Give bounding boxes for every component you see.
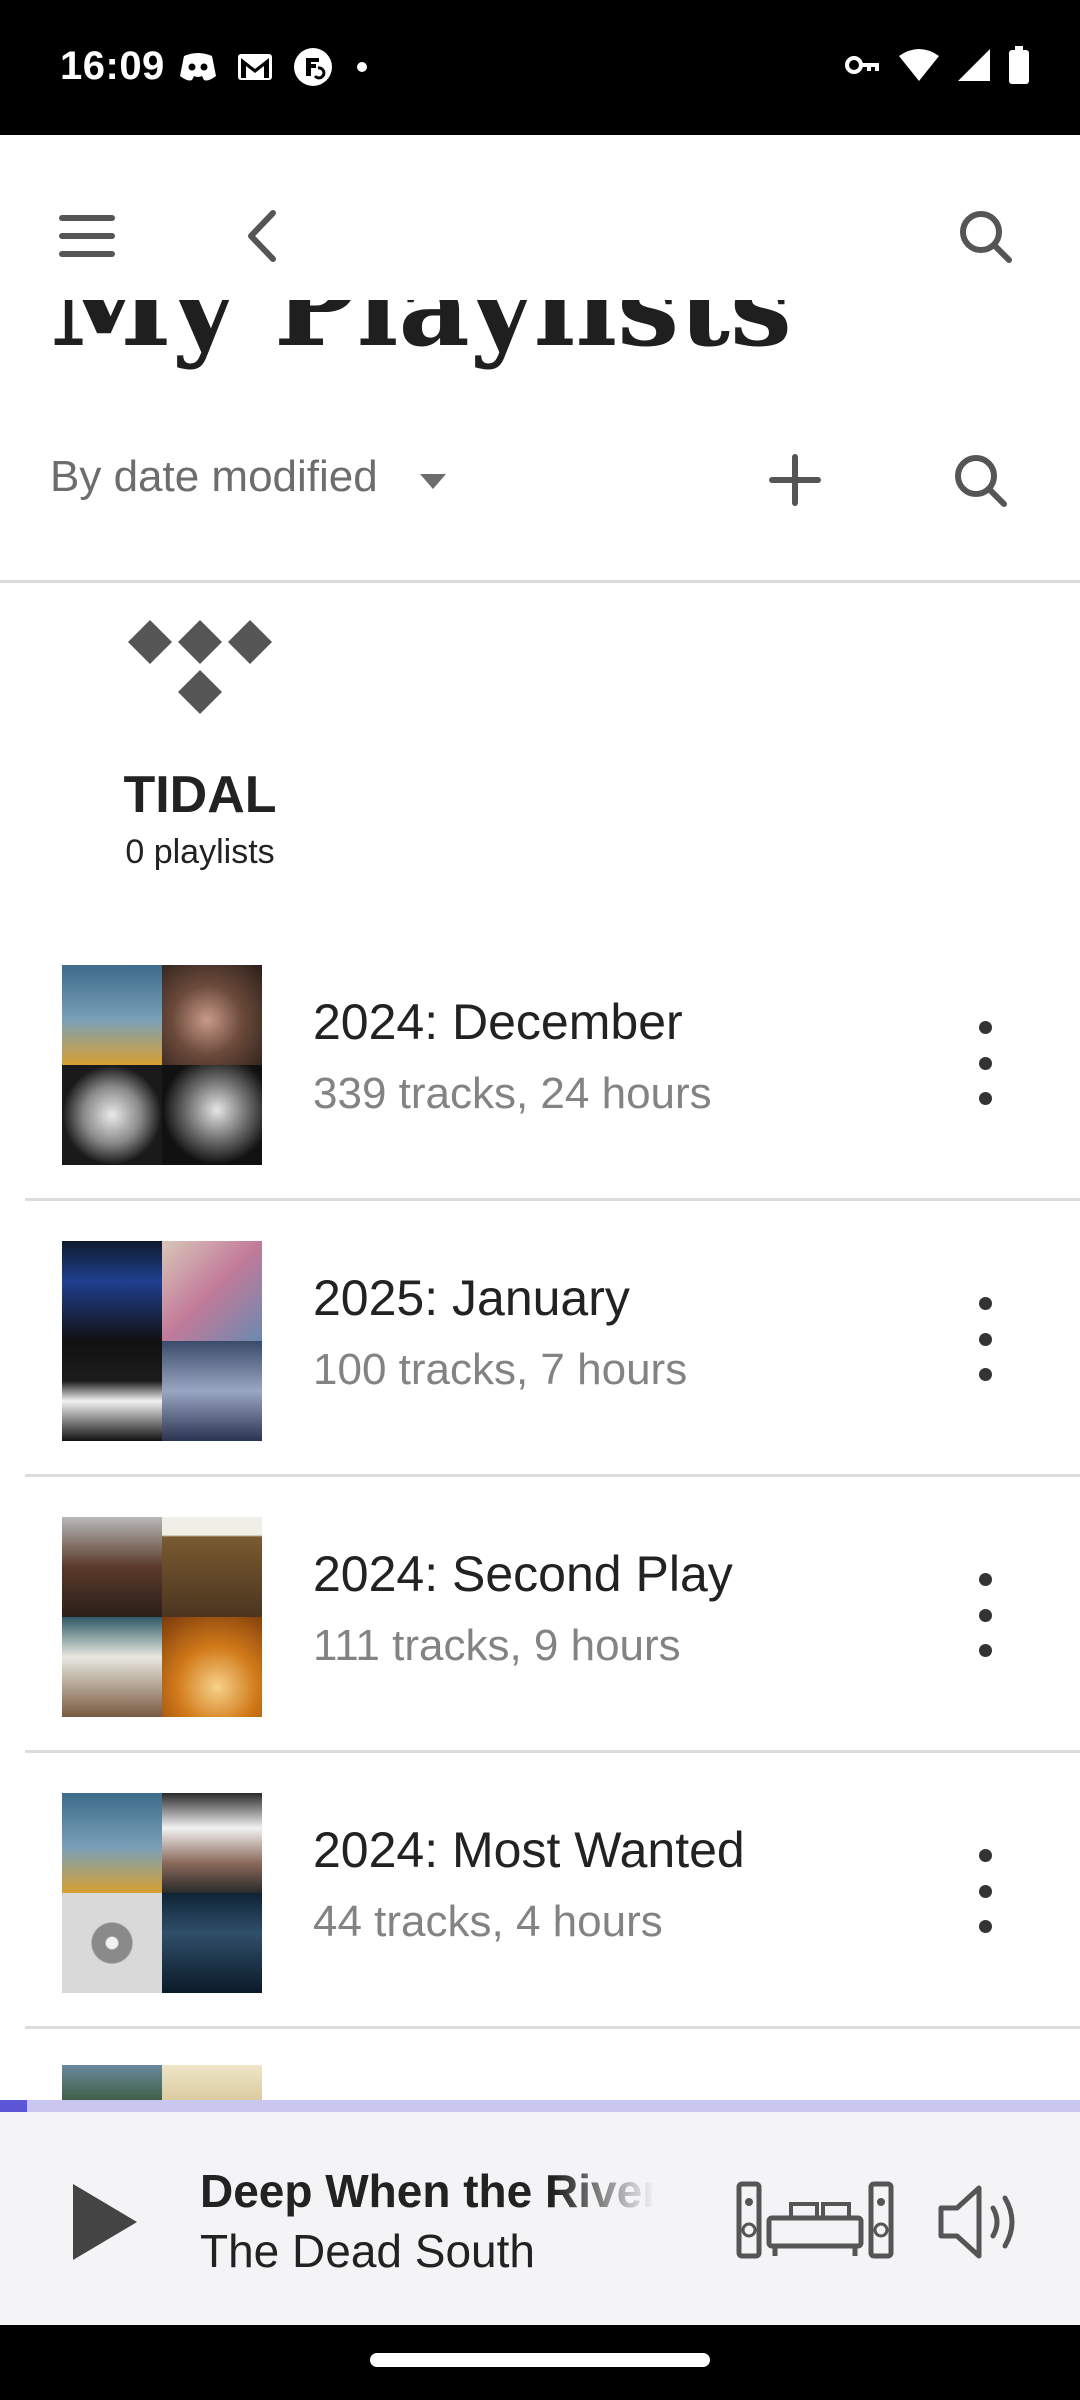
playback-progress-fill — [0, 2100, 27, 2112]
dot-icon — [357, 62, 367, 72]
menu-button[interactable] — [42, 191, 132, 281]
more-vert-icon — [978, 1021, 992, 1034]
album-cover — [62, 2065, 162, 2105]
album-cover — [162, 1065, 262, 1165]
album-cover — [62, 1617, 162, 1717]
search-icon — [955, 455, 1007, 507]
album-cover — [62, 1793, 162, 1893]
album-cover — [162, 1617, 262, 1717]
playlist-meta: 339 tracks, 24 hours — [313, 1069, 712, 1118]
tidal-name: TIDAL — [123, 766, 277, 824]
playlist-artwork-partial[interactable] — [62, 2065, 262, 2105]
tidal-playlist-count: 0 playlists — [125, 833, 275, 871]
gmail-icon — [238, 54, 272, 80]
battery-icon — [1009, 46, 1029, 84]
now-playing-artist: The Dead South — [200, 2225, 536, 2277]
status-icons-left — [178, 46, 372, 88]
speakers-device-icon — [736, 2181, 894, 2259]
playlist-meta: 111 tracks, 9 hours — [313, 1621, 681, 1670]
album-cover — [162, 1517, 262, 1617]
system-nav-bar — [0, 2325, 1080, 2400]
home-handle[interactable] — [370, 2353, 710, 2367]
page-title-container: My Playlists — [0, 300, 1080, 375]
playlist-artwork — [62, 1517, 262, 1717]
mini-player[interactable]: Deep When the River The Dead South — [0, 2112, 1080, 2325]
now-playing-title: Deep When the River — [200, 2165, 655, 2217]
status-time: 16:09 — [60, 44, 165, 88]
album-cover — [162, 1893, 262, 1993]
caret-down-icon — [420, 474, 446, 489]
album-cover — [162, 2065, 262, 2105]
more-options-button[interactable] — [945, 1013, 1025, 1113]
more-vert-icon — [978, 1297, 992, 1310]
more-options-button[interactable] — [945, 1289, 1025, 1389]
more-vert-icon — [978, 1849, 992, 1862]
album-cover — [62, 965, 162, 1065]
playback-progress-bar[interactable] — [0, 2100, 1080, 2112]
back-button[interactable] — [218, 191, 308, 281]
playlist-name: 2024: Most Wanted — [313, 1822, 745, 1878]
playlist-meta: 100 tracks, 7 hours — [313, 1345, 688, 1394]
sort-row: By date modified — [0, 430, 1080, 530]
vpn-key-icon — [845, 56, 879, 74]
sync-icon — [294, 48, 332, 86]
menu-icon — [59, 215, 115, 257]
album-cover — [62, 1065, 162, 1165]
album-cover — [62, 1517, 162, 1617]
volume-icon — [938, 2185, 1015, 2259]
play-icon — [73, 2184, 137, 2260]
volume-button[interactable] — [935, 2182, 1035, 2262]
more-vert-icon — [978, 1573, 992, 1586]
status-icons-right — [844, 46, 1030, 84]
playlist-name: 2024: Second Play — [313, 1546, 733, 1602]
album-cover — [162, 965, 262, 1065]
album-cover — [62, 1893, 162, 1993]
playlist-row[interactable]: 2024: Second Play 111 tracks, 9 hours — [0, 1477, 1080, 1753]
album-cover — [162, 1341, 262, 1441]
playlist-artwork — [62, 1793, 262, 1993]
page-title: My Playlists — [50, 300, 792, 371]
sort-label: By date modified — [50, 452, 378, 501]
output-device-button[interactable] — [735, 2180, 895, 2260]
wifi-icon — [899, 49, 939, 81]
playlist-row[interactable]: 2025: January 100 tracks, 7 hours — [0, 1201, 1080, 1477]
plus-icon — [769, 454, 821, 506]
tidal-logo-icon — [128, 620, 272, 714]
playlist-artwork — [62, 1241, 262, 1441]
playlist-name: 2024: December — [313, 994, 683, 1050]
album-cover — [162, 1241, 262, 1341]
add-playlist-button[interactable] — [750, 435, 840, 525]
playlist-artwork — [62, 965, 262, 1165]
playlist-name: 2025: January — [313, 1270, 630, 1326]
album-cover — [62, 1341, 162, 1441]
search-icon — [960, 211, 1012, 263]
status-bar: 16:09 — [0, 0, 1080, 135]
play-button[interactable] — [55, 2172, 155, 2272]
sort-dropdown[interactable]: By date modified — [0, 430, 470, 530]
signal-icon — [958, 49, 990, 81]
playlist-meta: 44 tracks, 4 hours — [313, 1897, 663, 1946]
tidal-tile[interactable]: TIDAL 0 playlists — [100, 615, 300, 885]
discord-icon — [180, 53, 216, 81]
playlist-row[interactable]: 2024: Most Wanted 44 tracks, 4 hours — [0, 1753, 1080, 2029]
app-bar-search-button[interactable] — [940, 191, 1030, 281]
back-icon — [248, 210, 276, 262]
divider — [0, 580, 1080, 583]
more-options-button[interactable] — [945, 1841, 1025, 1941]
playlist-search-button[interactable] — [935, 435, 1025, 525]
more-options-button[interactable] — [945, 1565, 1025, 1665]
row-divider — [25, 2026, 1080, 2029]
album-cover — [162, 1793, 262, 1893]
album-cover — [62, 1241, 162, 1341]
playlist-row[interactable]: 2024: December 339 tracks, 24 hours — [0, 925, 1080, 1201]
